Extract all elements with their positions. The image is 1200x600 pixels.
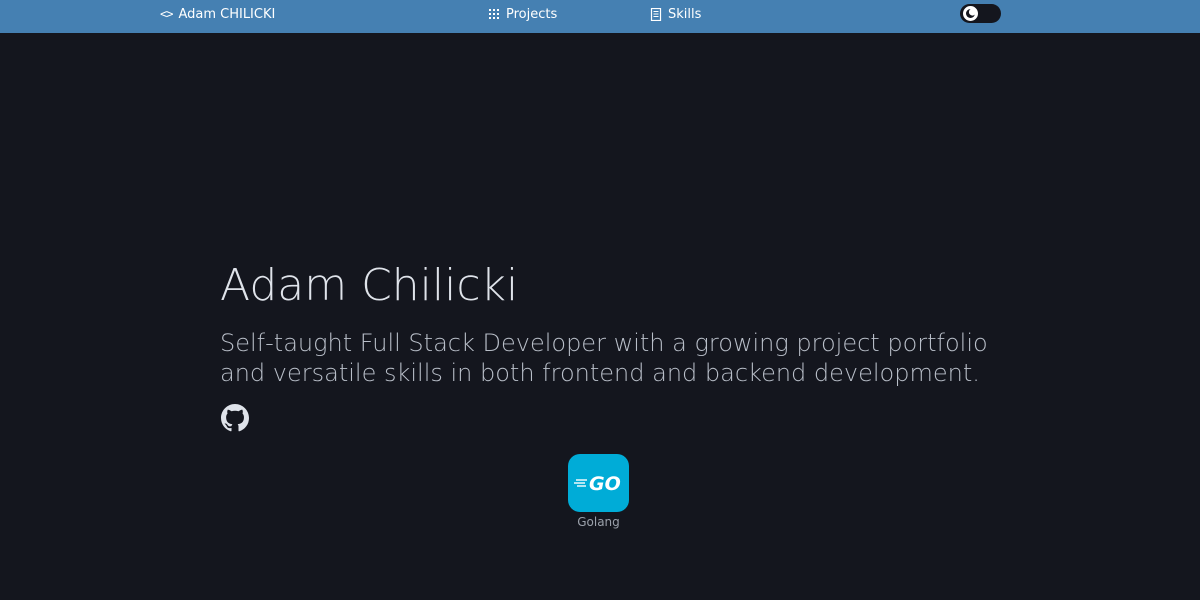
golang-logo: GO xyxy=(568,454,629,512)
code-icon: <> xyxy=(160,7,173,21)
hero-name: Adam Chilicki xyxy=(220,260,519,311)
toggle-knob xyxy=(963,6,978,21)
brand-link[interactable]: <> Adam CHILICKI xyxy=(160,0,275,28)
nav-skills-label: Skills xyxy=(668,6,702,22)
nav-projects-label: Projects xyxy=(506,6,558,22)
grid-icon xyxy=(489,9,499,19)
theme-toggle[interactable] xyxy=(960,4,1001,23)
golang-logo-text: GO xyxy=(589,473,621,495)
moon-icon xyxy=(966,8,976,18)
top-navbar: <> Adam CHILICKI Projects Skills xyxy=(0,0,1200,33)
document-icon xyxy=(650,7,662,21)
brand-label: Adam CHILICKI xyxy=(178,6,276,22)
github-link[interactable] xyxy=(221,404,249,432)
golang-icon: GO xyxy=(573,473,621,495)
github-icon xyxy=(221,404,249,432)
skill-label: Golang xyxy=(577,515,620,529)
nav-projects-link[interactable]: Projects xyxy=(488,0,557,28)
skill-card-golang[interactable]: GO Golang xyxy=(568,454,629,529)
nav-skills-link[interactable]: Skills xyxy=(650,0,701,28)
hero-tagline: Self-taught Full Stack Developer with a … xyxy=(220,329,988,387)
